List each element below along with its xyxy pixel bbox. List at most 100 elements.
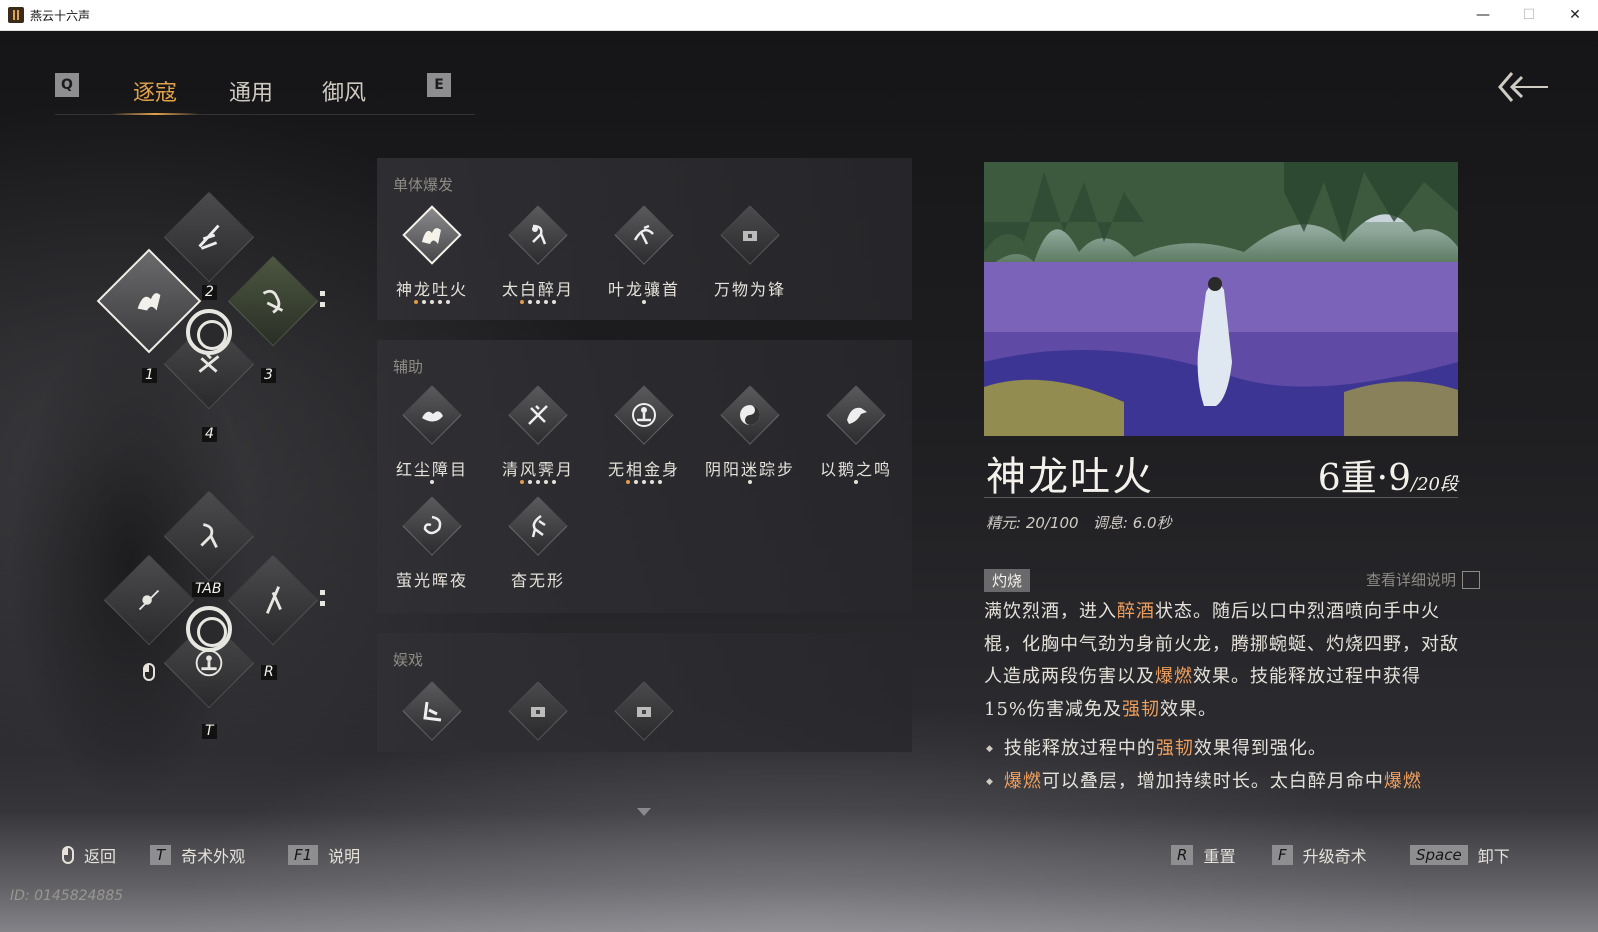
user-id: ID: 0145824885 [10,888,124,904]
wheel-slot-mouse[interactable] [103,554,195,646]
skill-yelongxiangshou[interactable]: 叶龙骧首 [591,205,697,306]
skill-yinyangmizongbu[interactable]: 阴阳迷踪步 [697,385,803,486]
locked-icon [743,231,757,241]
snow-ground [0,812,1598,932]
view-details-link[interactable]: 查看详细说明 [1366,569,1480,590]
back-arrow-icon[interactable] [1498,69,1550,105]
wheel-slot-1[interactable] [96,248,202,354]
skill-dots [379,480,485,485]
skill-detail-title: 神龙吐火 [986,454,1154,500]
slot-key-2: 2 [202,285,217,300]
goose-cry-icon [847,407,867,424]
slot-key-t: T [202,724,217,739]
details-icon [1462,570,1480,589]
game-screen: Q 逐寇 通用 御风 E 1 2 3 4 TAB R T 单体爆发 神龙吐火 太… [0,31,1598,932]
effect-tag: 灼烧 [984,569,1031,592]
slot-key-r: R [261,665,277,680]
wind-moon-icon [528,405,548,425]
close-button[interactable]: ✕ [1552,0,1598,30]
drunken-moon-icon [532,224,547,245]
lounge-pose-icon [423,701,442,722]
golden-body-icon [632,403,656,427]
wheel-slot-2[interactable] [163,191,255,283]
skill-dots [591,300,697,305]
reset-hint[interactable]: R 重置 [1171,843,1235,867]
section-title: 辅助 [393,358,424,376]
section-burst: 单体爆发 神龙吐火 太白醉月 叶龙骧首 万物为锋 [377,158,912,320]
skill-fun-locked-2[interactable] [485,681,591,782]
wheel-slot-tab[interactable] [163,490,255,582]
skill-taibaizuiyue[interactable]: 太白醉月 [485,205,591,306]
unequip-hint[interactable]: Space 卸下 [1410,843,1510,867]
wheel-slot-r[interactable] [227,554,319,646]
skill-name: 太白醉月 [501,280,574,299]
skill-name: 神龙吐火 [395,280,468,299]
skill-dots [379,300,485,305]
tab-zhukou[interactable]: 逐寇 [110,69,200,115]
skill-name: 杳无形 [510,571,565,590]
section-fun: 娱戏 [377,633,912,752]
skill-name: 万物为锋 [713,280,786,299]
mouse-icon [143,663,155,681]
back-hint[interactable]: 返回 [62,843,116,867]
divider [984,497,1458,498]
cooldown: 调息: 6.0秒 [1092,514,1172,532]
skill-yiezhiming[interactable]: 以鹅之鸣 [803,385,909,486]
tab-next-key[interactable]: E [427,73,451,97]
locked-icon [637,707,651,717]
skill-name: 红尘障目 [395,460,468,479]
locked-icon [531,707,545,717]
leaf-dragon-icon [633,224,654,245]
skill-dots [803,480,909,485]
skill-dots [485,480,591,485]
skill-bullet: 技能释放过程中的强韧效果得到强化。 [986,734,1462,760]
skill-preview-image [984,162,1458,436]
tab-prev-key[interactable]: Q [55,73,79,97]
wheel-center-ring [186,606,232,652]
skill-level: 6重·9/20段 [1317,458,1458,499]
wheel-indicator [320,601,325,606]
skill-name: 以鹅之鸣 [819,460,892,479]
tab-yufeng[interactable]: 御风 [322,69,366,113]
window-title: 燕云十六声 [30,8,91,23]
app-icon [8,7,24,23]
skill-qingfengjiyue[interactable]: 清风霁月 [485,385,591,486]
energy-cost: 精元: 20/100 [986,514,1079,532]
skill-fun-1[interactable] [379,681,485,782]
scroll-down-icon[interactable] [637,808,651,816]
minimize-button[interactable]: — [1460,0,1506,30]
skill-name: 阴阳迷踪步 [704,460,795,479]
skill-wuxiangjinshen[interactable]: 无相金身 [591,385,697,486]
skill-stats: 精元: 20/100 调息: 6.0秒 [986,512,1172,533]
skill-yaowuxing[interactable]: 杳无形 [485,496,591,597]
appearance-hint[interactable]: T 奇术外观 [150,843,245,867]
upgrade-hint[interactable]: F 升级奇术 [1272,843,1367,867]
skill-yingguanghuiye[interactable]: 萤光晖夜 [379,496,485,597]
category-tabs: Q 逐寇 通用 御风 E [55,69,475,115]
section-title: 单体爆发 [393,176,454,194]
slot-key-4: 4 [202,427,217,442]
skill-dots [591,480,697,485]
skill-wanwuweifeng[interactable]: 万物为锋 [697,205,803,306]
skill-fun-locked-3[interactable] [591,681,697,782]
skill-dots [697,480,803,485]
skill-wheel-secondary: TAB R T [95,490,325,739]
skill-dots [485,300,591,305]
help-hint[interactable]: F1 说明 [288,843,360,867]
wheel-indicator [320,590,325,595]
slot-key-tab: TAB [192,582,225,597]
section-title: 娱戏 [393,651,424,669]
slot-key-3: 3 [261,368,276,383]
mouse-icon [62,846,74,864]
firefly-icon [423,515,442,535]
wheel-slot-3[interactable] [227,255,319,347]
tab-tongyong[interactable]: 通用 [229,69,273,113]
skill-shenlongtuhuo[interactable]: 神龙吐火 [379,205,485,306]
skill-name: 无相金身 [607,460,680,479]
maximize-button[interactable]: ☐ [1506,0,1552,30]
skill-hongchenzhangmu[interactable]: 红尘障目 [379,385,485,486]
skill-description: 满饮烈酒，进入醉酒状态。随后以口中烈酒喷向手中火棍，化胸中气劲为身前火龙，腾挪蜿… [984,601,1459,720]
skill-name: 萤光晖夜 [395,571,468,590]
skill-wheel-primary: 1 2 3 4 [95,191,325,442]
wheel-indicator [320,291,325,296]
